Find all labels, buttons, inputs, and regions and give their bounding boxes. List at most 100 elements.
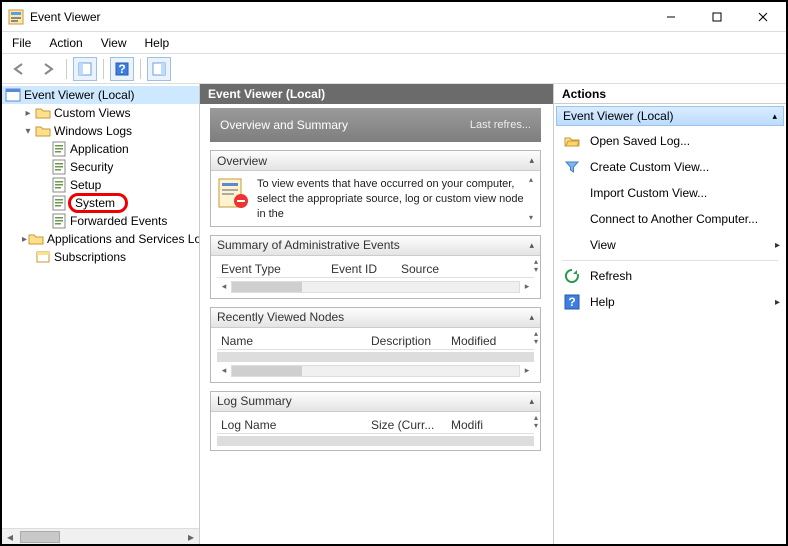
blank-icon [564,211,580,227]
overview-group-header[interactable]: Overview ▴ [211,151,540,171]
action-label: View [590,238,775,252]
tree-item-label: System [68,193,128,213]
log-icon [51,177,67,193]
filter-icon [564,159,580,175]
admin-events-header[interactable]: Summary of Administrative Events ▴ [211,236,540,256]
tree-root[interactable]: Event Viewer (Local) [2,86,199,104]
menu-action[interactable]: Action [49,36,82,50]
expander-icon[interactable]: ▸ [22,108,34,119]
app-icon [8,9,24,25]
refresh-icon [564,268,580,284]
col-event-id[interactable]: Event ID [327,262,397,276]
col-size[interactable]: Size (Curr... [367,418,447,432]
actions-header-label: Actions [562,87,606,101]
actions-separator [562,260,778,261]
action-label: Help [590,295,775,309]
minimize-button[interactable] [648,2,694,32]
tree-item-forwarded-events[interactable]: Forwarded Events [2,212,199,230]
tree-item-application[interactable]: Application [2,140,199,158]
actions-pane: Actions Event Viewer (Local) ▴ Open Save… [554,84,786,544]
admin-vscroll[interactable]: ▴▾ [534,258,538,274]
tree-body: Event Viewer (Local) ▸ Custom Views ▾Windo… [2,84,199,528]
forward-button[interactable] [36,57,60,81]
summary-title: Overview and Summary [220,118,348,132]
tree-item-label: Custom Views [54,106,130,120]
col-event-type[interactable]: Event Type [217,262,327,276]
logsum-columns: Log Name Size (Curr... Modifi [217,418,534,434]
action-refresh[interactable]: Refresh [554,263,786,289]
action-view[interactable]: View▸ [554,232,786,258]
tree-item-security[interactable]: Security [2,158,199,176]
overview-scrollbar[interactable]: ▴▾ [524,175,538,222]
actions-subheader[interactable]: Event Viewer (Local) ▴ [556,106,784,126]
logsum-vscroll[interactable]: ▴▾ [534,414,538,430]
help-toolbar-button[interactable]: ? [110,57,134,81]
event-viewer-icon [5,87,21,103]
action-help[interactable]: ?Help▸ [554,289,786,315]
tree-item-windows-logs[interactable]: ▾Windows Logs [2,122,199,140]
actions-header: Actions [554,84,786,104]
recent-hscroll[interactable]: ◂▸ [217,364,534,378]
center-header: Event Viewer (Local) [200,84,553,104]
folder-icon [28,231,44,247]
menu-file[interactable]: File [12,36,31,50]
recent-nodes-header[interactable]: Recently Viewed Nodes ▴ [211,308,540,328]
col-description[interactable]: Description [367,334,447,348]
folder-icon [35,123,51,139]
recent-columns: Name Description Modified [217,334,534,350]
admin-events-group: Summary of Administrative Events ▴ Event… [210,235,541,299]
action-label: Create Custom View... [590,160,780,174]
menu-view[interactable]: View [101,36,127,50]
collapse-icon: ▴ [529,155,534,166]
action-import-custom-view[interactable]: Import Custom View... [554,180,786,206]
action-create-custom-view[interactable]: Create Custom View... [554,154,786,180]
expander-icon[interactable]: ▾ [22,126,34,137]
expander-icon[interactable]: ▸ [22,234,27,245]
tree-item-applications-and-services-lo[interactable]: ▸Applications and Services Lo [2,230,199,248]
scroll-thumb[interactable] [20,531,60,543]
folder-icon [35,105,51,121]
action-label: Refresh [590,269,780,283]
collapse-icon: ▴ [529,396,534,407]
col-name[interactable]: Name [217,334,367,348]
collapse-icon: ▴ [772,111,777,122]
menubar: File Action View Help [2,32,786,54]
log-icon [51,195,67,211]
tree-item-label: Security [70,160,113,174]
col-modified2[interactable]: Modifi [447,418,487,432]
admin-hscroll[interactable]: ◂▸ [217,280,534,294]
tree-item-custom-views[interactable]: ▸ Custom Views [2,104,199,122]
tree-item-system[interactable]: System [2,194,199,212]
maximize-button[interactable] [694,2,740,32]
scroll-right-icon[interactable]: ▸ [183,530,199,544]
action-connect-to-another-computer[interactable]: Connect to Another Computer... [554,206,786,232]
tree-item-label: Forwarded Events [70,214,167,228]
back-button[interactable] [8,57,32,81]
subscriptions-icon [35,249,51,265]
scroll-left-icon[interactable]: ◂ [2,530,18,544]
show-hide-tree-button[interactable] [73,57,97,81]
log-icon [51,159,67,175]
toolbar-separator [66,59,67,79]
col-source[interactable]: Source [397,262,443,276]
log-summary-group: Log Summary ▴ Log Name Size (Curr... Mod… [210,391,541,451]
action-open-saved-log[interactable]: Open Saved Log... [554,128,786,154]
action-label: Open Saved Log... [590,134,780,148]
show-hide-action-button[interactable] [147,57,171,81]
menu-help[interactable]: Help [145,36,170,50]
col-modified[interactable]: Modified [447,334,500,348]
collapse-icon: ▴ [529,240,534,251]
log-summary-header[interactable]: Log Summary ▴ [211,392,540,412]
tree-item-subscriptions[interactable]: Subscriptions [2,248,199,266]
tree-item-setup[interactable]: Setup [2,176,199,194]
center-pane: Event Viewer (Local) Overview and Summar… [200,84,554,544]
logsum-empty-row [217,436,534,446]
toolbar-separator [140,59,141,79]
col-log-name[interactable]: Log Name [217,418,367,432]
close-button[interactable] [740,2,786,32]
tree-horizontal-scrollbar[interactable]: ◂ ▸ [2,528,199,544]
recent-vscroll[interactable]: ▴▾ [534,330,538,346]
log-icon [51,141,67,157]
overview-group: Overview ▴ To view events that have occu… [210,150,541,227]
submenu-arrow-icon: ▸ [775,240,780,251]
